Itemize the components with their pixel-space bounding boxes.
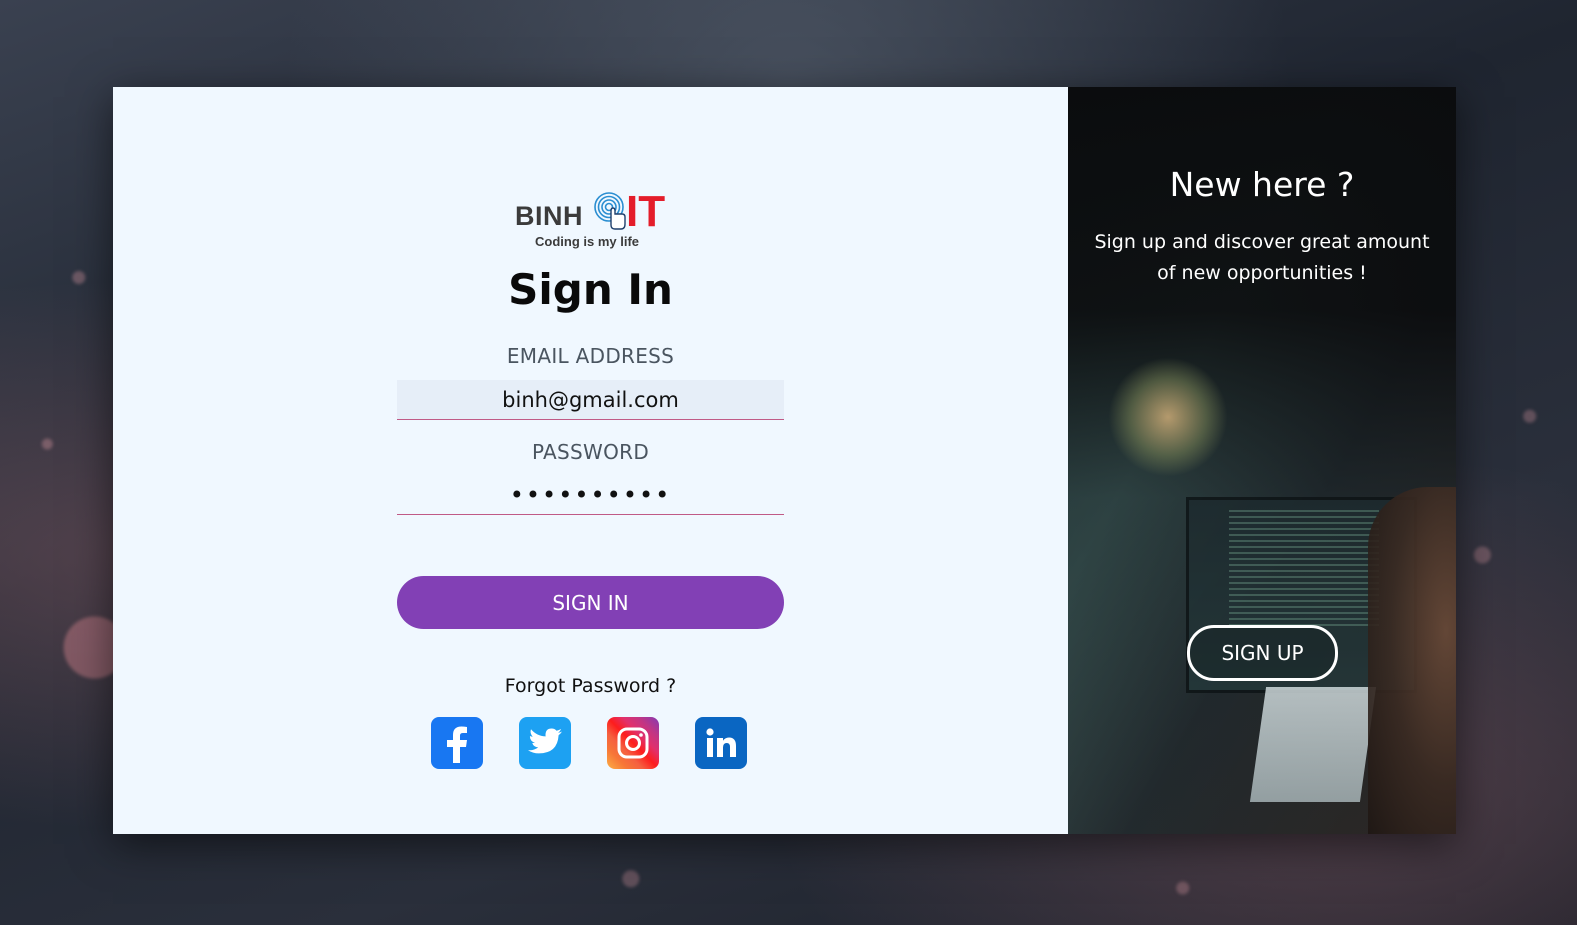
- facebook-icon[interactable]: [431, 717, 483, 769]
- plant-decoration: [1108, 357, 1228, 477]
- password-label: PASSWORD: [531, 440, 650, 464]
- fingerprint-icon: [594, 192, 626, 230]
- auth-card: BINH IT Coding is my life Sign In EMAIL …: [113, 87, 1456, 834]
- page-title: Sign In: [508, 265, 673, 314]
- person-image: [1368, 487, 1456, 834]
- laptop-image: [1249, 687, 1377, 802]
- logo-tagline: Coding is my life: [535, 234, 640, 249]
- signup-subtext: Sign up and discover great amount of new…: [1094, 231, 1430, 284]
- brand-logo: BINH IT Coding is my life: [515, 187, 675, 253]
- email-label: EMAIL ADDRESS: [506, 344, 675, 368]
- twitter-icon[interactable]: [519, 717, 571, 769]
- logo-accent-text: IT: [626, 187, 666, 236]
- password-field[interactable]: [397, 475, 784, 515]
- instagram-icon[interactable]: [607, 717, 659, 769]
- signup-panel: New here ? Sign up and discover great am…: [1068, 87, 1456, 834]
- sign-in-button[interactable]: SIGN IN: [397, 576, 784, 629]
- signup-heading: New here ?: [1169, 165, 1355, 204]
- email-field[interactable]: [397, 380, 784, 420]
- sign-up-button[interactable]: SIGN UP: [1187, 625, 1338, 681]
- forgot-password-link[interactable]: Forgot Password ?: [113, 675, 1068, 697]
- social-login-row: [431, 717, 747, 769]
- signin-panel: BINH IT Coding is my life Sign In EMAIL …: [113, 87, 1068, 834]
- linkedin-icon[interactable]: [695, 717, 747, 769]
- logo-brand-text: BINH: [515, 201, 583, 231]
